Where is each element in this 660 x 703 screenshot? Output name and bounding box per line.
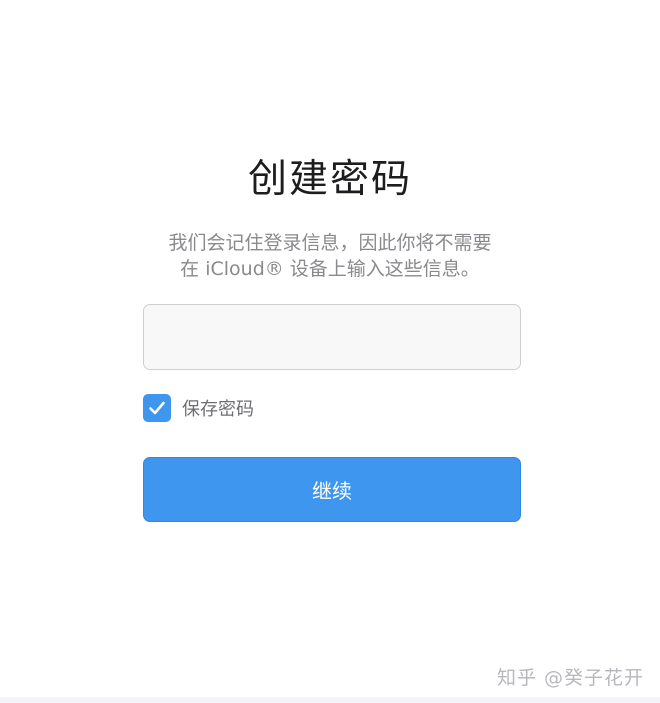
save-password-row: 保存密码 bbox=[143, 393, 254, 423]
create-password-page: 创建密码 我们会记住登录信息，因此你将不需要 在 iCloud® 设备上输入这些… bbox=[0, 0, 660, 703]
checkmark-icon bbox=[149, 401, 165, 415]
password-input[interactable] bbox=[143, 304, 521, 370]
watermark: 知乎 @癸子花开 bbox=[496, 667, 644, 689]
save-password-label[interactable]: 保存密码 bbox=[182, 395, 254, 421]
bottom-divider bbox=[0, 697, 660, 703]
page-description: 我们会记住登录信息，因此你将不需要 在 iCloud® 设备上输入这些信息。 bbox=[130, 230, 530, 282]
description-line-2: 在 iCloud® 设备上输入这些信息。 bbox=[180, 258, 480, 280]
description-line-1: 我们会记住登录信息，因此你将不需要 bbox=[168, 232, 492, 254]
page-title: 创建密码 bbox=[247, 157, 412, 202]
continue-button[interactable]: 继续 bbox=[143, 457, 521, 522]
save-password-checkbox[interactable] bbox=[143, 394, 171, 422]
